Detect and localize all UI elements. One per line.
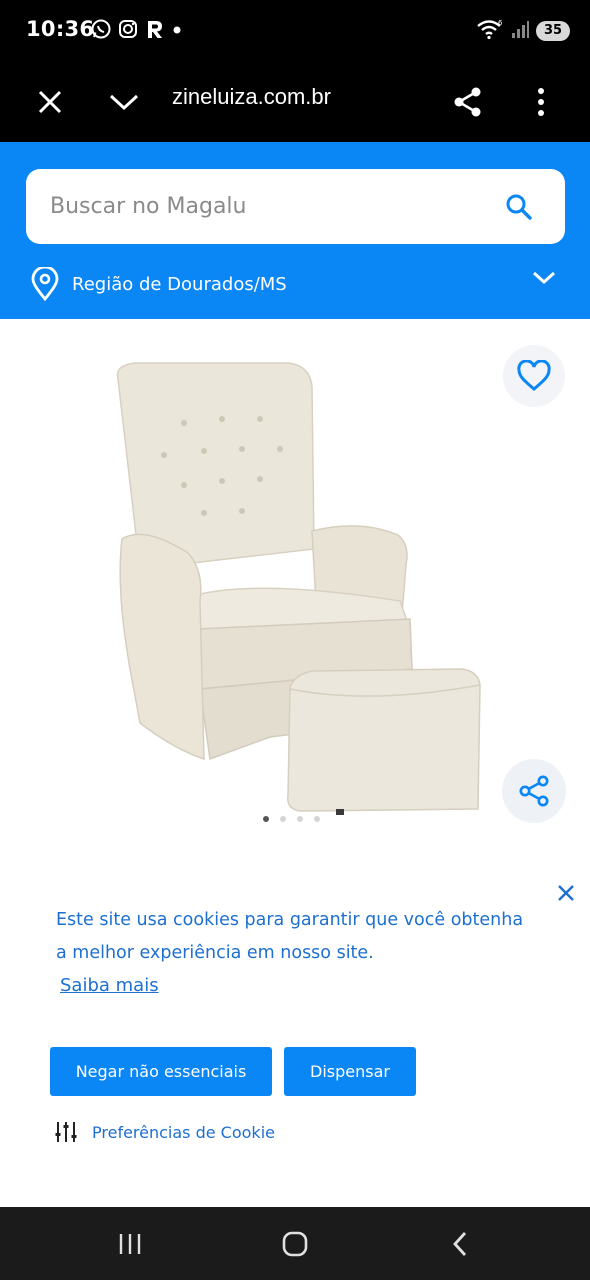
minimize-button[interactable] xyxy=(104,82,144,122)
wifi-icon: 6 xyxy=(476,18,504,44)
cookie-close-button[interactable] xyxy=(552,879,580,907)
status-time: 10:36 xyxy=(26,17,95,41)
share-icon xyxy=(519,775,549,807)
chevron-down-icon xyxy=(109,94,139,111)
cookie-banner: Este site usa cookies para garantir que … xyxy=(0,849,590,1207)
r-app-icon xyxy=(144,18,166,44)
more-options-button[interactable] xyxy=(521,82,561,122)
notification-icons xyxy=(90,18,183,44)
battery-icon: 35 xyxy=(536,21,570,41)
system-icons: 6 35 xyxy=(476,18,570,44)
share-page-button[interactable] xyxy=(448,82,488,122)
url-text[interactable]: zineluiza.com.br xyxy=(172,84,331,110)
recent-apps-icon xyxy=(119,1234,141,1254)
carousel-indicator[interactable] xyxy=(263,816,320,822)
product-gallery xyxy=(0,319,590,849)
dot-icon xyxy=(171,18,183,44)
home-icon xyxy=(282,1231,308,1257)
svg-text:6: 6 xyxy=(498,19,503,27)
carousel-dot[interactable] xyxy=(263,816,269,822)
back-button[interactable] xyxy=(440,1227,480,1261)
back-icon xyxy=(453,1232,467,1256)
product-image[interactable] xyxy=(100,339,490,829)
region-label: Região de Dourados/MS xyxy=(72,273,287,295)
carousel-dot[interactable] xyxy=(297,816,303,822)
site-header: Região de Dourados/MS xyxy=(0,142,590,319)
search-input[interactable] xyxy=(50,169,490,244)
region-selector[interactable]: Região de Dourados/MS xyxy=(30,266,560,302)
favorite-button[interactable] xyxy=(503,345,565,407)
close-tab-button[interactable] xyxy=(30,82,70,122)
share-icon xyxy=(454,87,481,117)
system-nav-bar xyxy=(0,1207,590,1280)
status-bar: 10:36 6 35 xyxy=(0,0,590,62)
close-icon xyxy=(38,90,62,114)
dismiss-button[interactable]: Dispensar xyxy=(284,1047,416,1096)
browser-toolbar: zineluiza.com.br xyxy=(0,62,590,142)
home-button[interactable] xyxy=(275,1227,315,1261)
location-pin-icon xyxy=(31,267,59,301)
search-box xyxy=(26,169,565,244)
signal-icon xyxy=(510,18,530,44)
carousel-dot[interactable] xyxy=(280,816,286,822)
learn-more-link[interactable]: Saiba mais xyxy=(60,975,159,996)
sliders-icon xyxy=(55,1122,77,1142)
whatsapp-icon xyxy=(90,18,112,44)
chevron-down-icon xyxy=(532,271,556,285)
instagram-icon xyxy=(117,18,139,44)
share-product-button[interactable] xyxy=(502,759,566,823)
recent-apps-button[interactable] xyxy=(110,1227,150,1261)
cookie-message: Este site usa cookies para garantir que … xyxy=(56,910,524,963)
close-icon xyxy=(558,885,574,901)
heart-icon xyxy=(517,360,551,391)
cookie-preferences-label: Preferências de Cookie xyxy=(92,1122,275,1142)
search-button[interactable] xyxy=(505,193,535,223)
cookie-preferences-link[interactable]: Preferências de Cookie xyxy=(54,1120,275,1144)
more-vert-icon xyxy=(538,88,544,116)
deny-nonessential-button[interactable]: Negar não essenciais xyxy=(50,1047,272,1096)
search-icon xyxy=(506,194,532,220)
carousel-dot[interactable] xyxy=(314,816,320,822)
